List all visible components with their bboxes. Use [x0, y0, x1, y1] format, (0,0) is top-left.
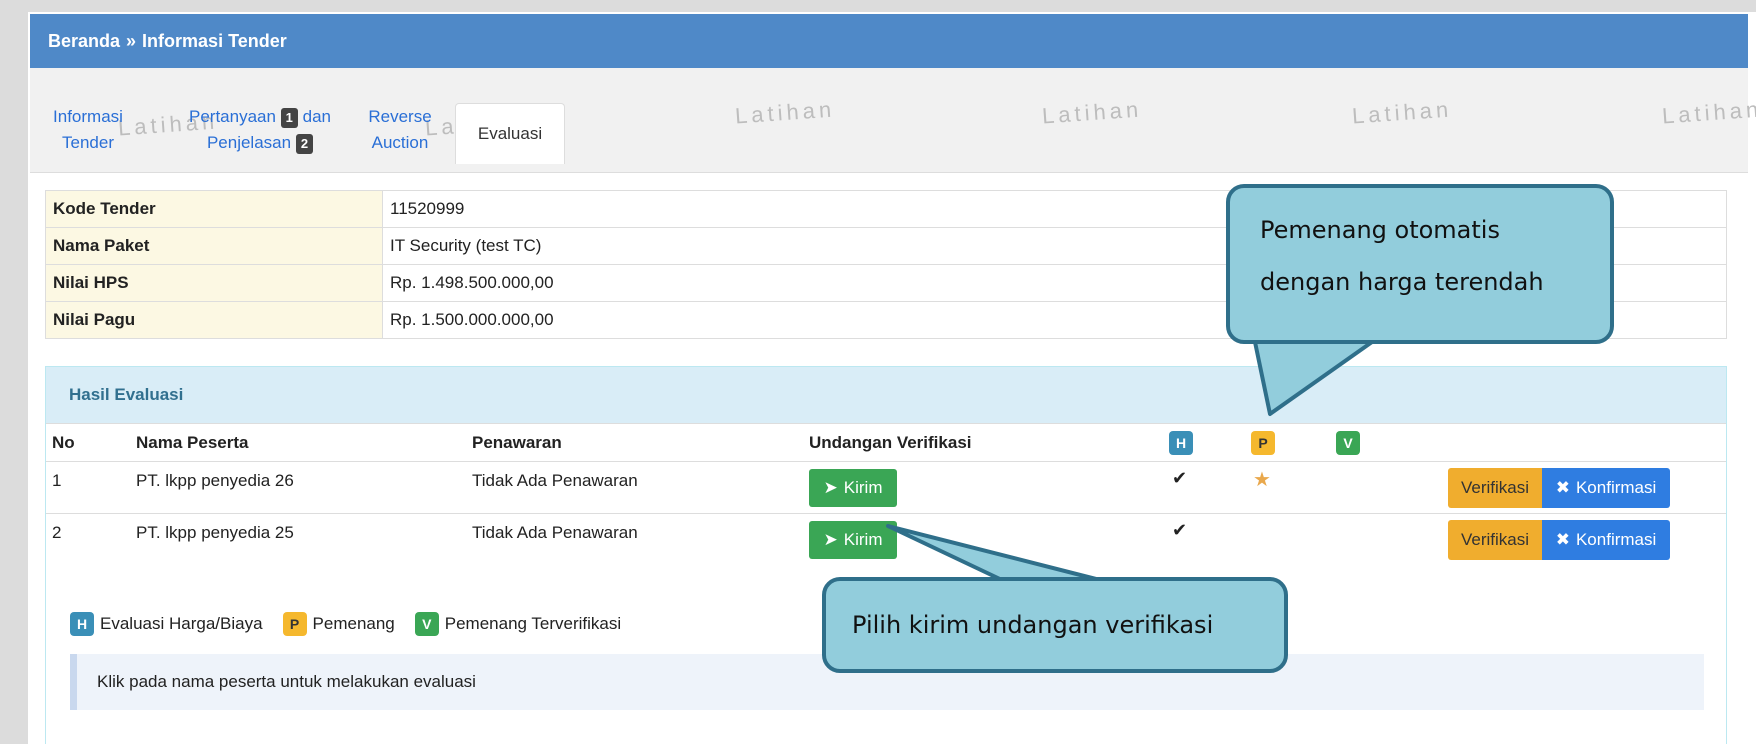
callout-send-invitation: Pilih kirim undangan verifikasi — [822, 577, 1288, 673]
callout-bottom-tail — [886, 524, 1102, 582]
callout-top-tail — [1253, 340, 1374, 416]
callout-winner-auto: Pemenang otomatis dengan harga terendah — [1226, 184, 1614, 344]
callout-top-line2: dengan harga terendah — [1260, 268, 1544, 296]
callout-top-line1: Pemenang otomatis — [1260, 216, 1500, 244]
